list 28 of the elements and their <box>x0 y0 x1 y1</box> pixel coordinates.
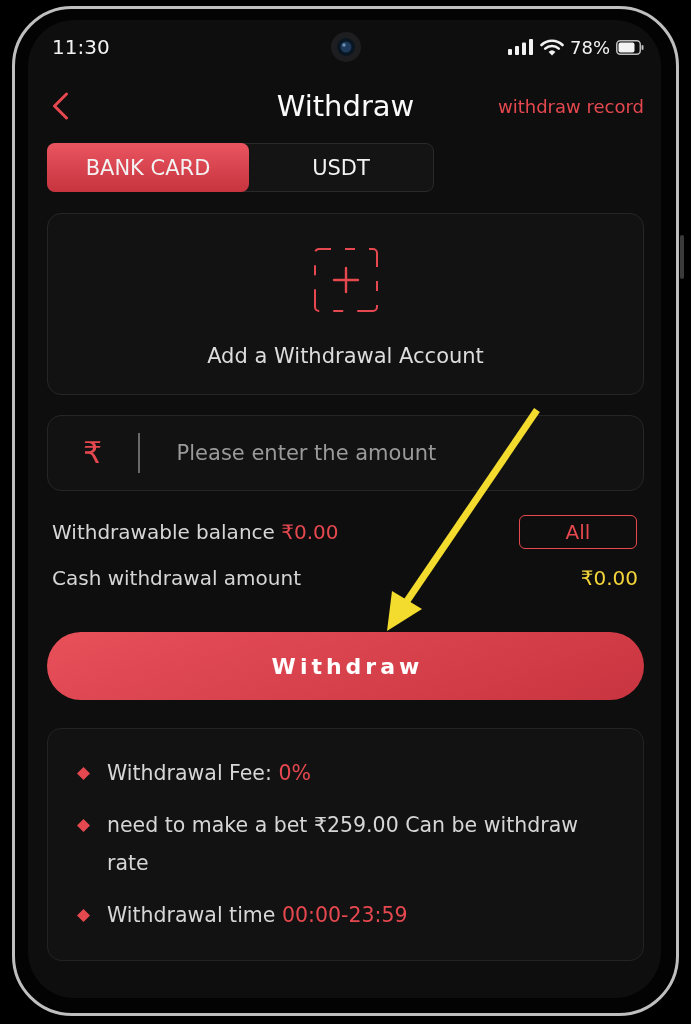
tab[interactable]: USDT <box>249 143 433 192</box>
all-button[interactable]: All <box>519 515 637 549</box>
amount-input[interactable]: Please enter the amount <box>176 441 623 465</box>
page-title: Withdraw <box>276 89 415 123</box>
signal-icon <box>508 39 534 55</box>
status-time: 11:30 <box>52 35 110 59</box>
note-text: need to make a bet ₹259.00 Can be withdraw rate <box>107 812 579 877</box>
back-icon[interactable] <box>51 92 69 120</box>
withdrawable-balance-text: Withdrawable balance ₹0.00 <box>52 520 339 544</box>
battery-icon <box>616 39 644 55</box>
front-camera-icon <box>330 32 361 62</box>
cash-amount-value: ₹0.00 <box>580 566 638 590</box>
battery-percentage: 78% <box>570 36 610 58</box>
note-text: Withdrawal Fee: 0% <box>107 760 311 787</box>
side-button-drawing <box>680 235 684 279</box>
withdraw-button[interactable]: Withdraw <box>47 632 644 700</box>
diamond-bullet-icon <box>77 818 90 832</box>
cash-amount-label: Cash withdrawal amount <box>52 566 301 590</box>
add-icon <box>312 247 379 313</box>
tab[interactable]: BANK CARD <box>47 143 249 192</box>
diamond-bullet-icon <box>77 908 90 922</box>
add-account-label: Add a Withdrawal Account <box>207 343 484 369</box>
currency-symbol: ₹ <box>83 438 103 468</box>
diamond-bullet-icon <box>77 766 90 780</box>
withdraw-record-link[interactable]: withdraw record <box>498 95 644 117</box>
note-text: Withdrawal time 00:00-23:59 <box>107 902 408 929</box>
wifi-icon <box>540 38 564 56</box>
add-account-card[interactable]: Add a Withdrawal Account <box>47 213 644 395</box>
